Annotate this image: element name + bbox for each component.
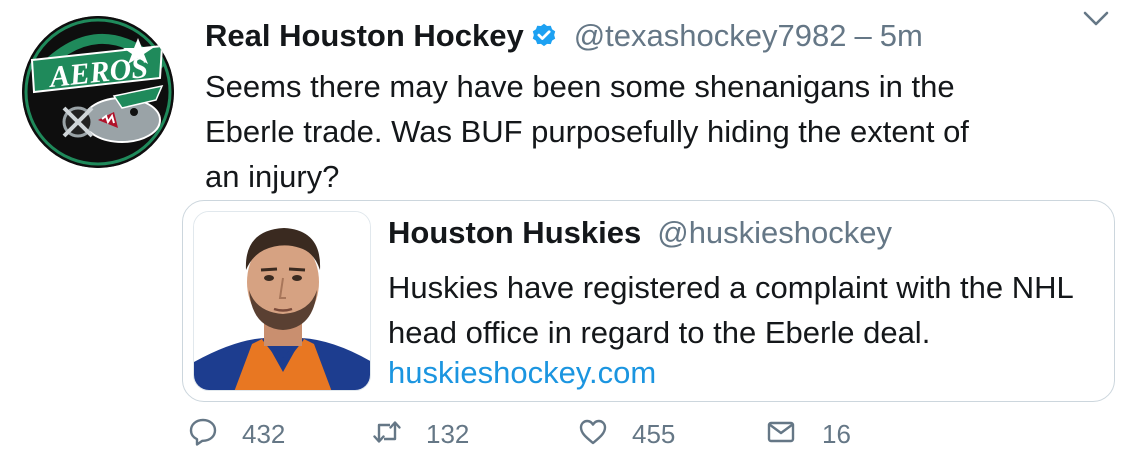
tweet[interactable]: AEROS Real Houston Hockey @texashockey79… [0, 0, 1126, 456]
chevron-down-icon[interactable] [1082, 8, 1110, 30]
like-button[interactable]: 455 [578, 414, 675, 454]
direct-message-button[interactable]: 16 [766, 414, 851, 454]
player-photo [194, 212, 370, 390]
quoted-tweet-link[interactable]: huskieshockey.com [388, 355, 656, 391]
quoted-tweet-text: Huskies have registered a complaint with… [388, 270, 1073, 350]
tweet-text: Seems there may have been some shenaniga… [205, 69, 969, 194]
author-avatar[interactable]: AEROS [22, 16, 174, 168]
heart-icon [578, 417, 608, 452]
header-separator: – [854, 18, 872, 53]
verified-badge-icon [530, 22, 558, 50]
retweet-icon [372, 417, 402, 452]
reply-button[interactable]: 432 [188, 414, 285, 454]
quoted-tweet-card[interactable]: Houston Huskies @huskieshockey Huskies h… [182, 200, 1115, 402]
author-handle[interactable]: @texashockey7982 [574, 18, 847, 54]
tweet-timestamp[interactable]: 5m [880, 18, 923, 54]
like-count: 455 [632, 418, 676, 449]
envelope-icon [766, 417, 796, 452]
aeros-logo: AEROS [22, 16, 174, 168]
reply-icon [188, 417, 218, 452]
quoted-author-handle[interactable]: @huskieshockey [657, 215, 892, 251]
quoted-tweet-image [193, 211, 371, 391]
dm-count: 16 [822, 418, 851, 449]
tweet-header: Real Houston Hockey @texashockey7982 – 5… [205, 14, 923, 58]
retweet-button[interactable]: 132 [372, 414, 469, 454]
quoted-tweet-header: Houston Huskies @huskieshockey [388, 215, 892, 251]
retweet-count: 132 [426, 418, 470, 449]
reply-count: 432 [242, 418, 286, 449]
author-name[interactable]: Real Houston Hockey [205, 18, 524, 54]
quoted-author-name[interactable]: Houston Huskies [388, 215, 641, 251]
